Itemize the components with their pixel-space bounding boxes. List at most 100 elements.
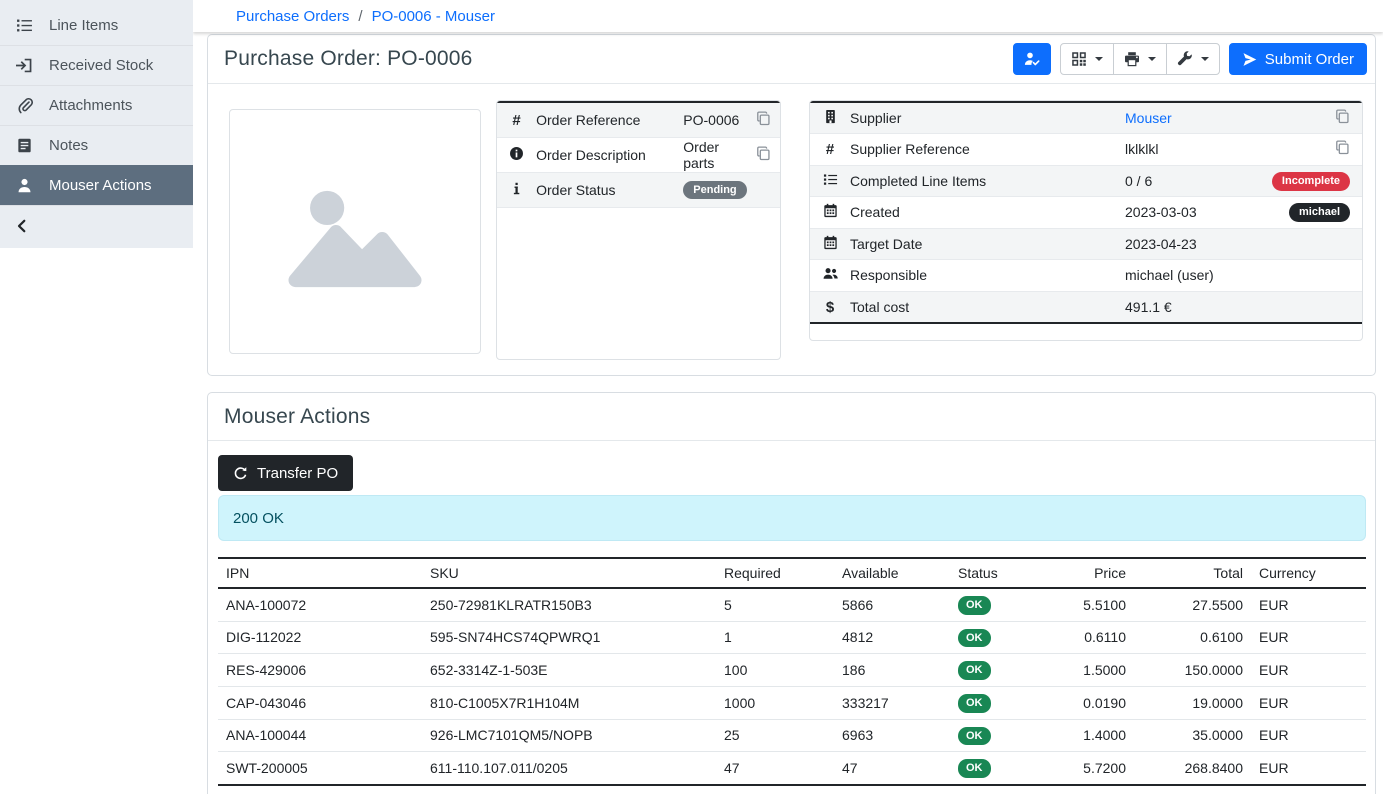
part-total: 35.0000	[1134, 719, 1251, 752]
detail-value: lklklkl	[1125, 134, 1242, 166]
part-available: 47	[834, 752, 950, 785]
part-row: RES-429006 652-3314Z-1-503E 100 186 OK 1…	[218, 654, 1366, 687]
part-sku: 611-110.107.011/0205	[422, 752, 716, 785]
sign-in-icon	[16, 57, 33, 74]
sidebar-collapse-button[interactable]	[0, 205, 193, 245]
caret-down-icon	[1095, 57, 1103, 61]
part-status: OK	[950, 621, 1042, 654]
list-icon	[16, 17, 33, 34]
part-status: OK	[950, 654, 1042, 687]
part-currency: EUR	[1251, 588, 1366, 621]
submit-order-button[interactable]: Submit Order	[1229, 43, 1367, 75]
breadcrumb-link-purchase-orders[interactable]: Purchase Orders	[236, 8, 349, 25]
part-ipn: SWT-200005	[218, 752, 422, 785]
status-alert: 200 OK	[218, 495, 1366, 541]
sidebar-item-received-stock[interactable]: Received Stock	[0, 45, 193, 85]
detail-value: 2023-03-03	[1125, 197, 1242, 229]
submit-order-label: Submit Order	[1265, 51, 1354, 68]
detail-label: Order Description	[536, 137, 683, 172]
detail-row-target-date: Target Date 2023-04-23	[810, 228, 1362, 260]
detail-value: 0 / 6	[1125, 165, 1242, 197]
refresh-icon	[233, 466, 248, 481]
order-info-table: Supplier Mouser # Supplier Reference lkl…	[810, 101, 1362, 324]
transfer-po-button[interactable]: Transfer PO	[218, 455, 353, 491]
detail-label: Total cost	[850, 291, 1125, 323]
part-required: 25	[716, 719, 834, 752]
detail-row-supplier: Supplier Mouser	[810, 102, 1362, 134]
sidebar-item-attachments[interactable]: Attachments	[0, 85, 193, 125]
order-info-card: Supplier Mouser # Supplier Reference lkl…	[809, 100, 1363, 341]
col-available: Available	[834, 558, 950, 588]
issue-order-button[interactable]	[1013, 43, 1051, 75]
total-label: Total	[218, 785, 422, 794]
total-value: 501.0000	[1134, 785, 1251, 794]
part-total: 268.8400	[1134, 752, 1251, 785]
hash-icon: #	[509, 113, 524, 128]
part-price: 0.0190	[1042, 686, 1134, 719]
order-actions-toolbar: Submit Order	[1013, 43, 1367, 75]
caret-down-icon	[1201, 57, 1209, 61]
part-price: 5.7200	[1042, 752, 1134, 785]
col-ipn: IPN	[218, 558, 422, 588]
col-currency: Currency	[1251, 558, 1366, 588]
qr-icon	[1071, 51, 1087, 67]
copy-icon[interactable]	[756, 111, 771, 126]
hash-icon: #	[823, 142, 838, 157]
detail-row-order-description: Order Description Order parts	[497, 137, 780, 172]
order-details-card: # Order Reference PO-0006 Order Descript…	[496, 100, 781, 360]
col-required: Required	[716, 558, 834, 588]
wrench-icon	[1177, 51, 1193, 67]
breadcrumb-separator: /	[358, 8, 362, 25]
part-required: 5	[716, 588, 834, 621]
detail-value: 2023-04-23	[1125, 228, 1242, 260]
part-status: OK	[950, 719, 1042, 752]
part-required: 100	[716, 654, 834, 687]
breadcrumb-link-current-order[interactable]: PO-0006 - Mouser	[372, 8, 495, 25]
col-price: Price	[1042, 558, 1134, 588]
chevron-left-icon	[14, 218, 30, 234]
copy-icon[interactable]	[1335, 109, 1350, 124]
part-required: 47	[716, 752, 834, 785]
detail-label: Order Reference	[536, 102, 683, 137]
parts-table: IPN SKU Required Available Status Price …	[218, 557, 1366, 794]
user-check-icon	[1024, 51, 1040, 67]
mouser-panel-title: Mouser Actions	[224, 405, 370, 429]
part-ipn: RES-429006	[218, 654, 422, 687]
order-tools-button[interactable]	[1166, 43, 1220, 75]
part-status: OK	[950, 588, 1042, 621]
page-title: Purchase Order: PO-0006	[224, 47, 473, 71]
caret-down-icon	[1148, 57, 1156, 61]
part-ipn: ANA-100044	[218, 719, 422, 752]
part-currency: EUR	[1251, 719, 1366, 752]
copy-icon[interactable]	[1335, 140, 1350, 155]
part-status: OK	[950, 752, 1042, 785]
order-status-badge: Pending	[683, 181, 746, 200]
part-price: 1.4000	[1042, 719, 1134, 752]
status-ok-badge: OK	[958, 759, 991, 778]
supplier-link[interactable]: Mouser	[1125, 110, 1172, 126]
dollar-icon: $	[823, 300, 838, 315]
detail-label: Order Status	[536, 172, 683, 207]
status-ok-badge: OK	[958, 629, 991, 648]
sidebar-item-notes[interactable]: Notes	[0, 125, 193, 165]
part-total: 19.0000	[1134, 686, 1251, 719]
printer-icon	[1124, 51, 1140, 67]
status-ok-badge: OK	[958, 661, 991, 680]
part-available: 333217	[834, 686, 950, 719]
order-actions-button-group	[1060, 43, 1220, 75]
print-actions-button[interactable]	[1113, 43, 1167, 75]
list-check-icon	[823, 172, 838, 187]
detail-row-order-status: Order Status Pending	[497, 172, 780, 207]
content-area: Purchase Order: PO-0006	[193, 32, 1383, 794]
detail-label: Responsible	[850, 260, 1125, 292]
order-image-placeholder	[229, 109, 481, 354]
sidebar-item-mouser-actions[interactable]: Mouser Actions	[0, 165, 193, 205]
copy-icon[interactable]	[756, 146, 771, 161]
main-content: Purchase Orders / PO-0006 - Mouser Purch…	[193, 0, 1383, 794]
detail-label: Supplier Reference	[850, 134, 1125, 166]
sidebar-item-line-items[interactable]: Line Items	[0, 5, 193, 45]
info-circle-icon	[509, 146, 524, 161]
barcode-actions-button[interactable]	[1060, 43, 1114, 75]
detail-row-created: Created 2023-03-03 michael	[810, 197, 1362, 229]
user-icon	[16, 177, 33, 194]
